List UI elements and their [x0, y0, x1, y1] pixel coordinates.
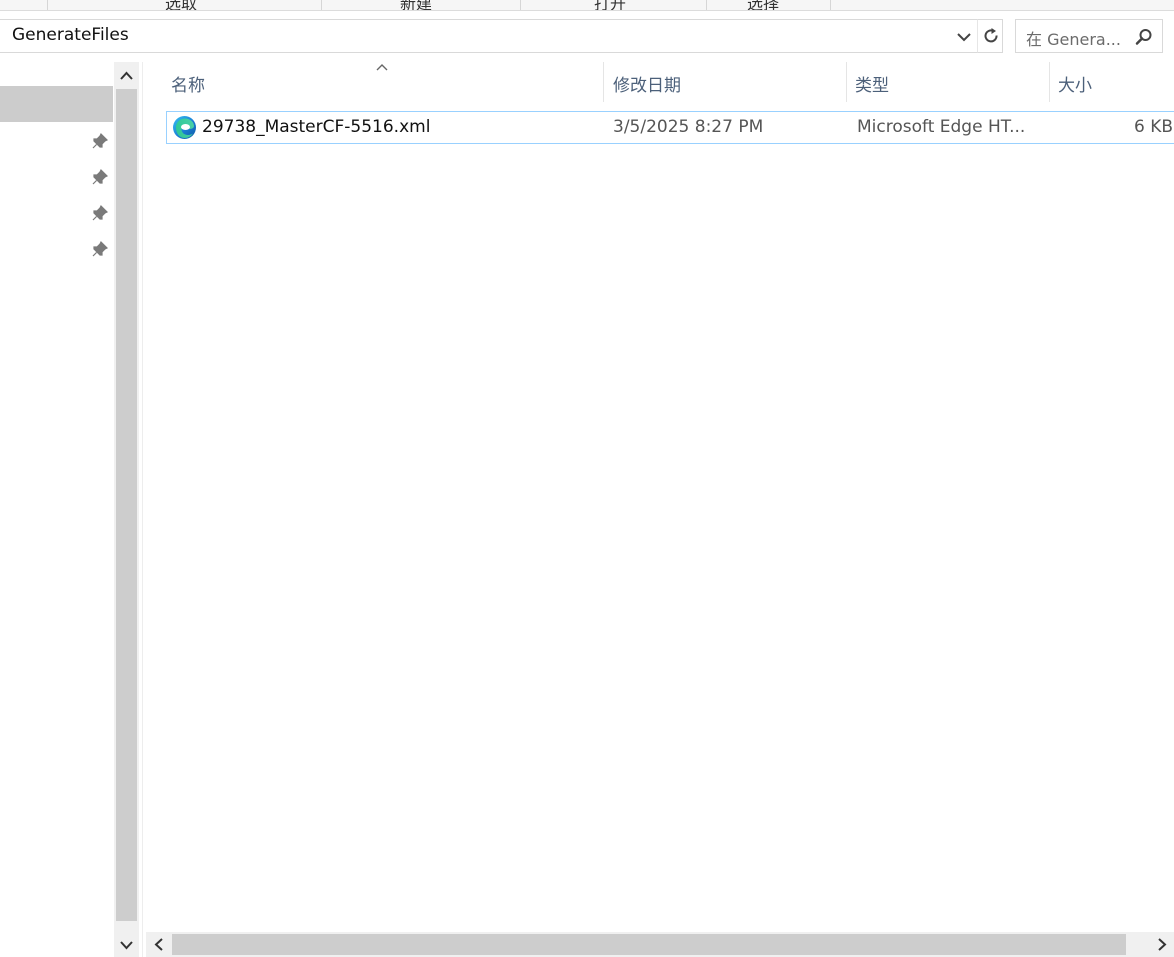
- search-input[interactable]: 在 Genera...: [1015, 19, 1163, 53]
- scroll-down-button[interactable]: [114, 931, 139, 957]
- chevron-right-icon: [1155, 937, 1169, 956]
- table-row[interactable]: 29738_MasterCF-5516.xml 3/5/2025 8:27 PM…: [166, 111, 1174, 144]
- ribbon-separator: [520, 0, 521, 10]
- navigation-pane: [0, 62, 113, 957]
- ribbon-separator: [706, 0, 707, 10]
- ribbon-separator: [321, 0, 322, 10]
- scroll-up-button[interactable]: [114, 62, 139, 88]
- refresh-button[interactable]: [977, 19, 1003, 53]
- ribbon-tab-new[interactable]: 新建: [400, 0, 432, 10]
- ribbon-tab-open[interactable]: 打开: [594, 0, 626, 10]
- refresh-icon: [981, 26, 1001, 46]
- pin-icon[interactable]: [91, 132, 109, 150]
- column-header-name[interactable]: 名称: [160, 62, 603, 102]
- chevron-left-icon: [152, 937, 166, 956]
- column-header-size[interactable]: 大小: [1050, 62, 1174, 102]
- file-type: Microsoft Edge HT...: [857, 117, 1026, 137]
- scroll-thumb[interactable]: [116, 89, 137, 921]
- ribbon-separator: [830, 0, 831, 10]
- file-size: 6 KB: [1133, 117, 1173, 137]
- ribbon-separator: [47, 0, 48, 10]
- edge-icon: [172, 115, 197, 140]
- pin-icon[interactable]: [91, 168, 109, 186]
- file-name[interactable]: 29738_MasterCF-5516.xml: [202, 117, 430, 137]
- chevron-down-icon[interactable]: [953, 26, 975, 48]
- scroll-left-button[interactable]: [146, 932, 171, 957]
- chevron-up-icon: [119, 68, 134, 87]
- ribbon-tab-choose[interactable]: 选择: [747, 0, 779, 10]
- ribbon-tab-select[interactable]: 选取: [165, 0, 197, 10]
- nav-vertical-scrollbar[interactable]: [114, 62, 139, 957]
- scroll-thumb[interactable]: [172, 934, 1126, 955]
- pane-divider[interactable]: [142, 62, 143, 957]
- address-bar[interactable]: GenerateFiles: [0, 19, 978, 53]
- search-icon[interactable]: [1134, 27, 1154, 47]
- column-header-label: 大小: [1058, 76, 1092, 96]
- file-explorer-window: 选取 新建 打开 选择 GenerateFiles 在 Genera... 名称…: [0, 0, 1174, 957]
- pin-icon[interactable]: [91, 240, 109, 258]
- search-placeholder: 在 Genera...: [1026, 30, 1121, 49]
- column-header-label: 类型: [855, 76, 889, 96]
- horizontal-scrollbar[interactable]: [146, 932, 1174, 957]
- address-path[interactable]: GenerateFiles: [12, 25, 129, 45]
- column-header-type[interactable]: 类型: [847, 62, 1049, 102]
- pin-icon[interactable]: [91, 204, 109, 222]
- file-modified-date: 3/5/2025 8:27 PM: [613, 117, 764, 137]
- scroll-right-button[interactable]: [1149, 932, 1174, 957]
- ribbon-strip: 选取 新建 打开 选择: [0, 0, 1174, 11]
- column-header-label: 名称: [171, 76, 205, 96]
- column-header-date[interactable]: 修改日期: [604, 62, 846, 102]
- column-header-label: 修改日期: [613, 76, 681, 96]
- chevron-down-icon: [119, 937, 134, 956]
- nav-selected-item[interactable]: [0, 86, 113, 122]
